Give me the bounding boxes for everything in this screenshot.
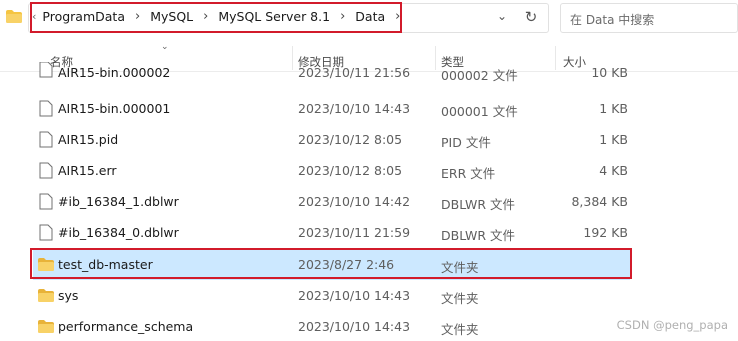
search-input[interactable]: 在 Data 中搜索 (560, 3, 738, 33)
file-size: 4 KB (599, 163, 628, 178)
file-size: 1 KB (599, 132, 628, 147)
file-name: sys (58, 288, 79, 303)
file-name: #ib_16384_0.dblwr (58, 225, 179, 240)
file-date: 2023/8/27 2:46 (298, 257, 395, 272)
watermark: CSDN @peng_papa (616, 318, 728, 332)
list-item[interactable]: AIR15-bin.000001 2023/10/10 14:43 000001… (33, 93, 630, 124)
file-icon (39, 62, 53, 78)
chevron-down-icon: ⌄ (161, 42, 169, 52)
file-icon (39, 224, 53, 241)
file-date: 2023/10/11 21:59 (298, 225, 411, 240)
file-date: 2023/10/10 14:42 (298, 194, 411, 209)
file-type: 000001 文件 (441, 104, 518, 119)
file-date: 2023/10/12 8:05 (298, 163, 403, 178)
file-icon (39, 162, 53, 179)
search-placeholder: 在 Data 中搜索 (570, 13, 655, 27)
file-icon (39, 100, 53, 117)
file-icon (39, 131, 53, 148)
file-size: 8,384 KB (571, 194, 628, 209)
file-date: 2023/10/11 21:56 (298, 65, 411, 80)
file-name: AIR15.err (58, 163, 117, 178)
file-date: 2023/10/10 14:43 (298, 319, 411, 334)
file-size: 1 KB (599, 101, 628, 116)
list-item[interactable]: sys 2023/10/10 14:43 文件夹 (33, 280, 630, 311)
folder-icon (38, 320, 54, 333)
file-date: 2023/10/12 8:05 (298, 132, 403, 147)
list-item[interactable]: AIR15.pid 2023/10/12 8:05 PID 文件 1 KB (33, 124, 630, 155)
file-date: 2023/10/10 14:43 (298, 101, 411, 116)
file-type: ERR 文件 (441, 166, 496, 181)
chevron-down-icon[interactable]: ⌄ (497, 9, 507, 23)
file-type: 文件夹 (441, 322, 479, 337)
file-type: 文件夹 (441, 291, 479, 306)
file-type: DBLWR 文件 (441, 228, 516, 243)
file-name: performance_schema (58, 319, 194, 334)
address-highlight-box (30, 2, 402, 33)
list-item-selected[interactable]: test_db-master 2023/8/27 2:46 文件夹 (33, 249, 630, 280)
toolbar: ‹ ProgramData › MySQL › MySQL Server 8.1… (0, 0, 738, 38)
list-item[interactable]: AIR15.err 2023/10/12 8:05 ERR 文件 4 KB (33, 155, 630, 186)
file-name: AIR15-bin.000001 (58, 101, 171, 116)
file-name: AIR15-bin.000002 (58, 65, 171, 80)
file-type: DBLWR 文件 (441, 197, 516, 212)
file-date: 2023/10/10 14:43 (298, 288, 411, 303)
refresh-icon[interactable]: ↻ (521, 7, 541, 27)
file-size: 192 KB (583, 225, 628, 240)
file-name: AIR15.pid (58, 132, 119, 147)
folder-icon (6, 10, 22, 23)
list-item[interactable]: performance_schema 2023/10/10 14:43 文件夹 (33, 311, 630, 341)
file-type: 000002 文件 (441, 68, 518, 83)
list-item[interactable]: #ib_16384_1.dblwr 2023/10/10 14:42 DBLWR… (33, 186, 630, 217)
list-item[interactable]: AIR15-bin.000002 2023/10/11 21:56 000002… (33, 62, 630, 85)
file-name: #ib_16384_1.dblwr (58, 194, 179, 209)
file-size: 10 KB (591, 65, 628, 80)
file-type: PID 文件 (441, 135, 491, 150)
file-type: 文件夹 (441, 260, 479, 275)
folder-icon (38, 289, 54, 302)
list-item[interactable]: #ib_16384_0.dblwr 2023/10/11 21:59 DBLWR… (33, 217, 630, 248)
file-name: test_db-master (58, 257, 153, 272)
folder-icon (38, 258, 54, 271)
file-icon (39, 193, 53, 210)
